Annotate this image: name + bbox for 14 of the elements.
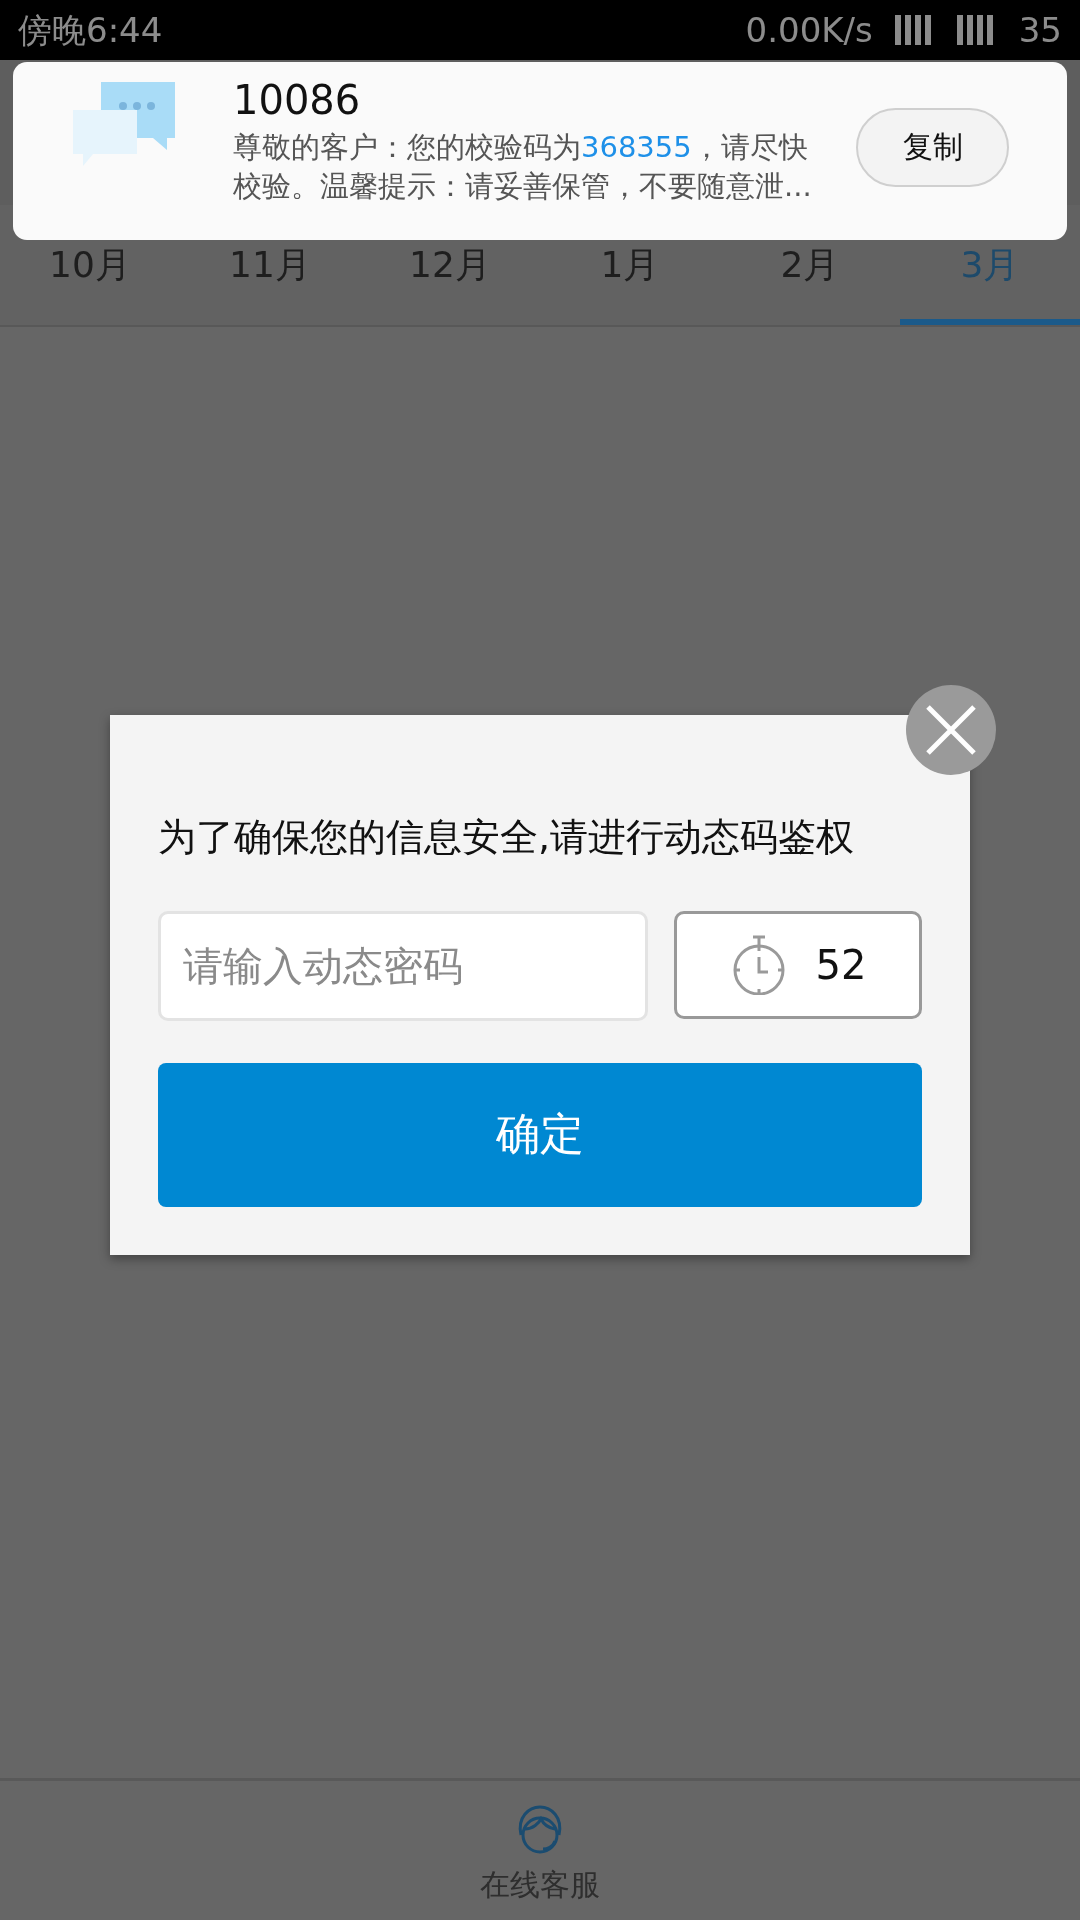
confirm-button[interactable]: 确定 [158,1062,922,1207]
sender-title: 10086 [233,80,362,120]
sms-notification[interactable]: 10086 尊敬的客户：您的校验码为368355，请尽快校验。温馨提示：请妥善保管，不要随意泄... 复制 [13,62,1067,240]
code-input-field[interactable]: 请输入动态密码 [158,910,648,1021]
dialog-message: 为了确保您的信息安全,请进行动态码鉴权 [158,815,856,861]
countdown-value: 52 [815,941,867,988]
battery-level: 35 [1018,13,1062,47]
copy-button[interactable]: 复制 [856,108,1009,187]
month-tab[interactable]: 3月 [900,205,1080,325]
network-speed: 0.00K/s [745,13,873,47]
online-support-label[interactable]: 在线客服 [480,1865,600,1906]
close-icon [925,704,977,756]
status-time: 傍晚6:44 [18,13,163,47]
sms-message: 尊敬的客户：您的校验码为368355，请尽快校验。温馨提示：请妥善保管，不要随意泄... [233,129,813,206]
